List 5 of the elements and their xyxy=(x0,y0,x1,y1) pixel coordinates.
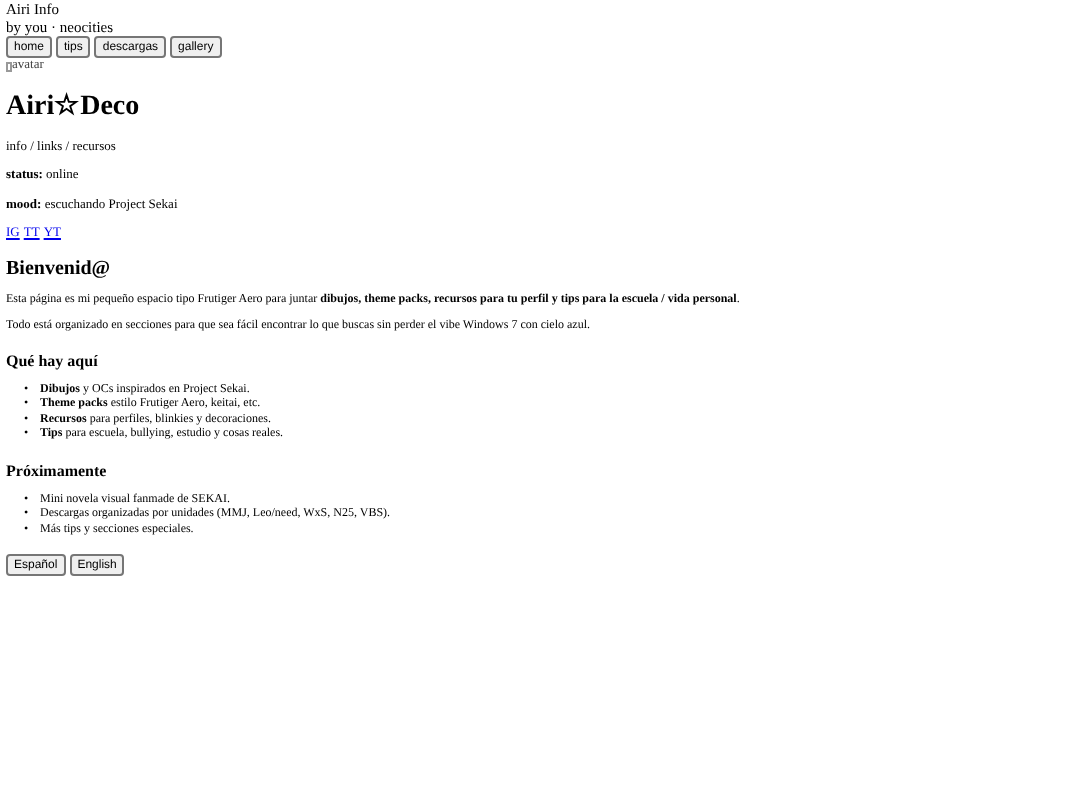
section-heading: Próximamente xyxy=(6,461,109,479)
broken-image-icon xyxy=(6,61,12,72)
section-heading: Qué hay aquí xyxy=(6,351,100,369)
profile-name: Airi☆Deco xyxy=(6,91,142,123)
section-heading: Bienvenid@ xyxy=(6,257,113,281)
